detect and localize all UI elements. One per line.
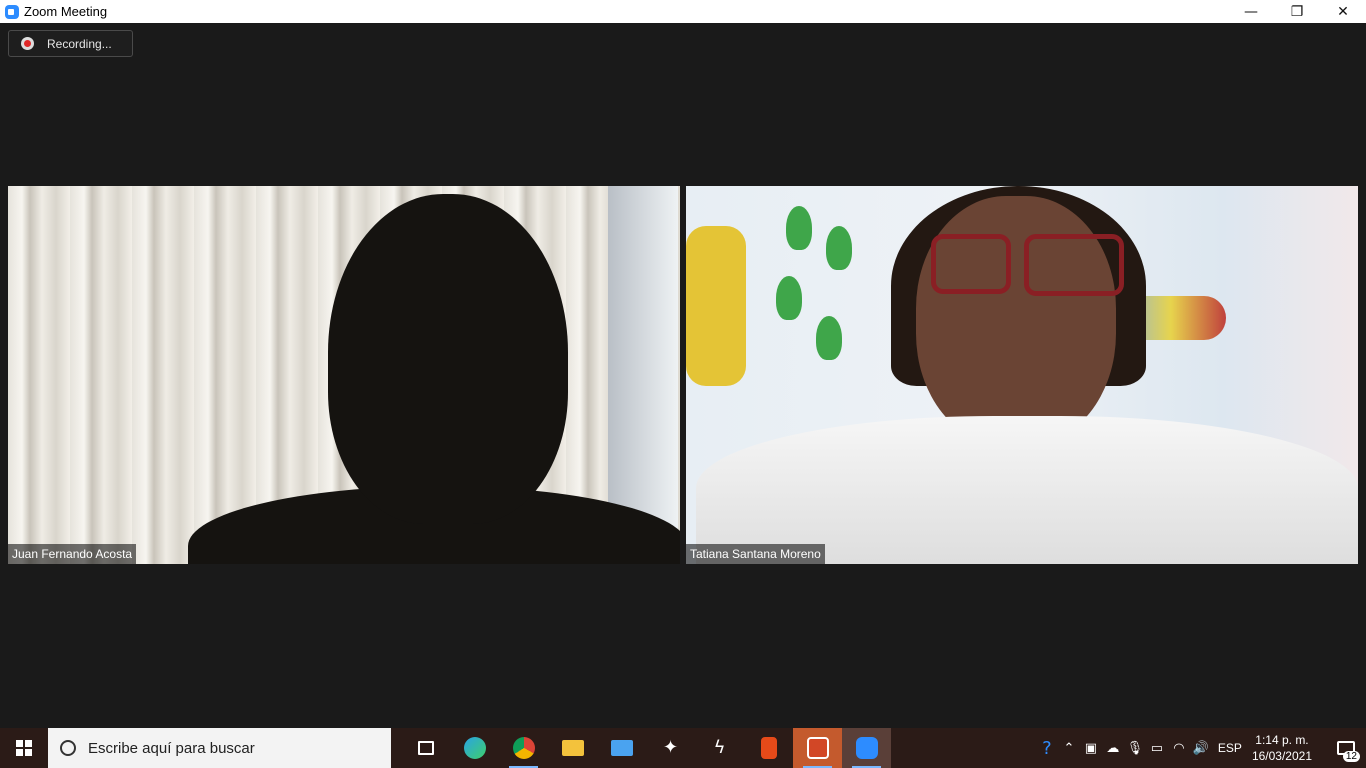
office-icon bbox=[760, 737, 777, 759]
folder-icon bbox=[561, 740, 584, 756]
wall-leaf-decoration bbox=[826, 226, 852, 270]
search-placeholder: Escribe aquí para buscar bbox=[88, 739, 255, 757]
chevron-up-icon[interactable]: ⌃ bbox=[1058, 728, 1080, 768]
taskbar-mail[interactable] bbox=[597, 728, 646, 768]
cloud-icon[interactable]: ☁ bbox=[1102, 728, 1124, 768]
clock-date: 16/03/2021 bbox=[1251, 749, 1312, 763]
battery-icon[interactable]: ▭ bbox=[1146, 728, 1168, 768]
taskbar-edge[interactable] bbox=[450, 728, 499, 768]
language-indicator[interactable]: ESP bbox=[1218, 741, 1242, 755]
glasses-left-lens bbox=[931, 234, 1011, 294]
clock[interactable]: 1:14 p. m. 16/03/2021 bbox=[1252, 732, 1312, 764]
notification-center-button[interactable]: 12 bbox=[1326, 728, 1366, 768]
video-tile-tatiana[interactable]: Tatiana Santana Moreno bbox=[686, 186, 1358, 564]
mail-icon bbox=[610, 740, 633, 756]
clock-time: 1:14 p. m. bbox=[1255, 733, 1309, 747]
system-tray: ? ⌃ ▣ ☁ 🎙 ▭ ◠ 🔊 ESP 1:14 p. m. 16/03/202… bbox=[1036, 728, 1366, 768]
window-title: Zoom Meeting bbox=[24, 4, 108, 19]
dropbox-icon: ✦ bbox=[662, 737, 679, 758]
notification-count: 12 bbox=[1342, 751, 1360, 762]
wifi-icon[interactable]: ◠ bbox=[1168, 728, 1190, 768]
participant-shirt bbox=[696, 416, 1358, 564]
wall-leaf-decoration bbox=[786, 206, 812, 250]
chrome-icon bbox=[512, 737, 535, 759]
zoom-icon bbox=[855, 737, 878, 759]
record-icon bbox=[21, 37, 34, 50]
minimize-button[interactable]: — bbox=[1228, 0, 1274, 23]
powerpoint-icon bbox=[806, 737, 829, 759]
task-view-icon bbox=[417, 741, 434, 755]
taskbar-file-explorer[interactable] bbox=[548, 728, 597, 768]
recording-label: Recording... bbox=[47, 36, 112, 51]
participant-name-label: Tatiana Santana Moreno bbox=[686, 544, 825, 564]
close-button[interactable]: ✕ bbox=[1320, 0, 1366, 23]
start-button[interactable] bbox=[0, 728, 48, 768]
help-icon[interactable]: ? bbox=[1036, 728, 1058, 768]
microphone-icon[interactable]: 🎙 bbox=[1124, 728, 1146, 768]
taskbar-zoom[interactable] bbox=[842, 728, 891, 768]
glasses-right-lens bbox=[1024, 234, 1124, 296]
volume-icon[interactable]: 🔊 bbox=[1190, 728, 1212, 768]
participant-silhouette-head bbox=[328, 194, 568, 524]
taskbar: Escribe aquí para buscar ✦ ϟ ? ⌃ ▣ ☁ 🎙 ▭… bbox=[0, 728, 1366, 768]
windows-logo-icon bbox=[16, 740, 32, 756]
task-view-button[interactable] bbox=[401, 728, 450, 768]
title-bar: Zoom Meeting — ❐ ✕ bbox=[0, 0, 1366, 23]
taskbar-dropbox[interactable]: ✦ bbox=[646, 728, 695, 768]
recording-indicator[interactable]: Recording... bbox=[8, 30, 133, 57]
wall-leaf-decoration bbox=[816, 316, 842, 360]
taskbar-chrome[interactable] bbox=[499, 728, 548, 768]
taskbar-app-bolt[interactable]: ϟ bbox=[695, 728, 744, 768]
zoom-app-icon bbox=[5, 4, 19, 19]
participant-name-label: Juan Fernando Acosta bbox=[8, 544, 137, 564]
taskbar-office[interactable] bbox=[744, 728, 793, 768]
window-controls: — ❐ ✕ bbox=[1228, 0, 1366, 23]
wall-decoration bbox=[686, 226, 746, 386]
edge-icon bbox=[463, 737, 486, 759]
taskbar-powerpoint[interactable] bbox=[793, 728, 842, 768]
search-icon bbox=[56, 736, 80, 760]
taskbar-search-box[interactable]: Escribe aquí para buscar bbox=[48, 728, 391, 768]
bolt-icon: ϟ bbox=[713, 737, 726, 758]
video-tile-juan[interactable]: Juan Fernando Acosta bbox=[8, 186, 680, 564]
meet-now-icon[interactable]: ▣ bbox=[1080, 728, 1102, 768]
wall-leaf-decoration bbox=[776, 276, 802, 320]
restore-button[interactable]: ❐ bbox=[1274, 0, 1320, 23]
